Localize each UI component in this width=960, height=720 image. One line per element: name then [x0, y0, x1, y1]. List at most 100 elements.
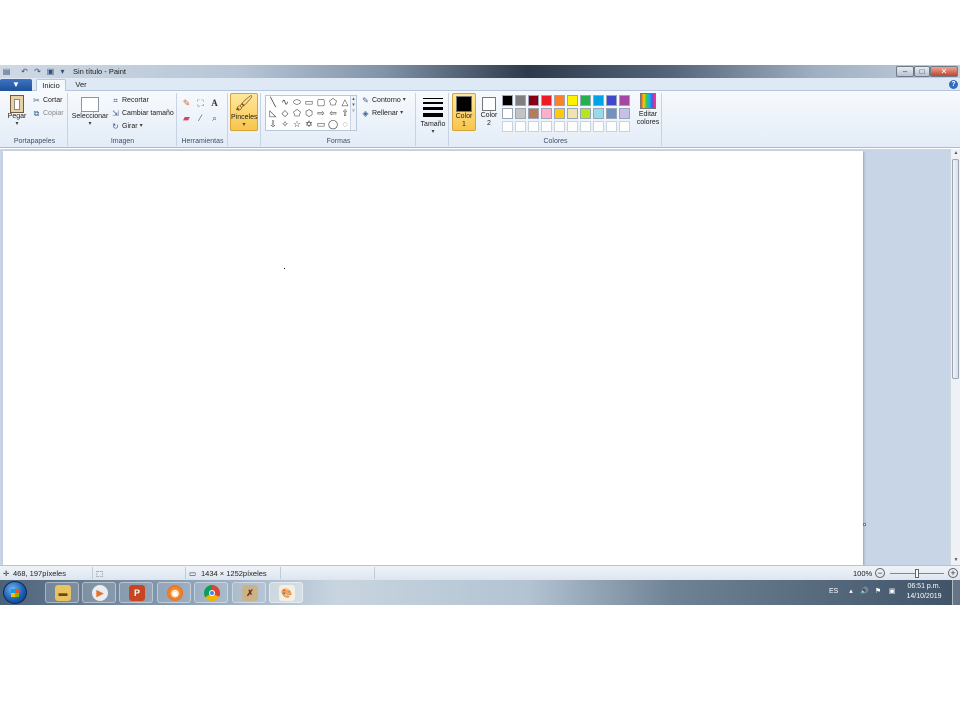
taskbar-app-tool[interactable]: ✗ — [232, 582, 266, 603]
five-point-star-shape-icon[interactable]: ☆ — [291, 118, 303, 130]
cut-button[interactable]: ✂ Cortar — [32, 95, 62, 106]
volume-icon[interactable]: 🔊 — [860, 588, 869, 596]
scroll-down-icon[interactable]: ▼ — [951, 556, 960, 565]
palette-swatch[interactable] — [502, 95, 513, 106]
palette-swatch[interactable] — [528, 108, 539, 119]
pencil-icon[interactable]: ✎ — [181, 97, 192, 108]
oval-callout-shape-icon[interactable]: ◯ — [327, 118, 339, 130]
palette-swatch[interactable] — [502, 108, 513, 119]
palette-swatch[interactable] — [567, 95, 578, 106]
palette-swatch[interactable] — [541, 95, 552, 106]
maximize-button[interactable]: □ — [914, 66, 930, 77]
zoom-slider[interactable] — [890, 569, 944, 578]
palette-swatch[interactable] — [619, 108, 630, 119]
palette-swatch[interactable] — [541, 108, 552, 119]
file-menu-button[interactable]: ▼ — [0, 79, 32, 91]
zoom-slider-thumb[interactable] — [915, 569, 919, 578]
palette-swatch[interactable] — [619, 95, 630, 106]
palette-swatch[interactable] — [606, 95, 617, 106]
palette-swatch-empty[interactable] — [502, 121, 513, 132]
start-button[interactable] — [3, 581, 27, 604]
palette-swatch-empty[interactable] — [554, 121, 565, 132]
palette-swatch-empty[interactable] — [528, 121, 539, 132]
color2-button[interactable]: Color 2 — [478, 93, 500, 131]
taskbar-chrome[interactable] — [194, 582, 228, 603]
palette-swatch[interactable] — [580, 108, 591, 119]
eraser-icon[interactable]: ▰ — [181, 112, 192, 123]
palette-swatch-empty[interactable] — [606, 121, 617, 132]
tab-inicio[interactable]: Inicio — [36, 79, 66, 91]
save-icon[interactable]: ▣ — [46, 67, 55, 76]
palette-swatch[interactable] — [515, 108, 526, 119]
paste-button[interactable]: Pegar ▾ — [4, 95, 30, 127]
drawing-canvas[interactable] — [3, 151, 863, 565]
palette-swatch-empty[interactable] — [515, 121, 526, 132]
palette-swatch[interactable] — [593, 108, 604, 119]
palette-swatch[interactable] — [554, 108, 565, 119]
palette-swatch[interactable] — [528, 95, 539, 106]
palette-swatch[interactable] — [606, 108, 617, 119]
quick-access-dropdown-icon[interactable]: ▾ — [58, 67, 67, 76]
network-icon[interactable]: ▣ — [888, 588, 896, 596]
outline-button[interactable]: ✎ Contorno ▾ — [361, 95, 406, 106]
down-arrow-shape-icon[interactable]: ⇩ — [267, 118, 279, 130]
clock-date[interactable]: 14/10/2019 — [904, 593, 944, 600]
paint-app-icon[interactable]: ▤ — [2, 67, 11, 76]
size-button[interactable]: Tamaño ▾ — [419, 95, 447, 135]
palette-swatch[interactable] — [580, 95, 591, 106]
taskbar-firefox[interactable]: ◉ — [157, 582, 191, 603]
brushes-label: Pinceles — [231, 114, 258, 121]
brushes-button[interactable]: 🖌 Pinceles ▾ — [230, 93, 258, 131]
palette-swatch-empty[interactable] — [580, 121, 591, 132]
clock-time[interactable]: 06:51 p.m. — [904, 583, 944, 590]
vertical-scrollbar[interactable]: ▲ ▼ — [950, 149, 960, 565]
six-point-star-shape-icon[interactable]: ✡ — [303, 118, 315, 130]
taskbar-media-player[interactable]: ▶ — [82, 582, 116, 603]
shapes-scroll[interactable]: ▴ ▾ ▿ — [350, 96, 356, 130]
canvas-dot — [284, 268, 285, 269]
tool-app-icon: ✗ — [242, 585, 258, 601]
undo-icon[interactable]: ↶ — [20, 67, 29, 76]
color-picker-icon[interactable]: ⁄ — [195, 112, 206, 123]
zoom-in-button[interactable]: + — [948, 568, 958, 578]
action-center-flag-icon[interactable]: ⚑ — [874, 588, 882, 596]
scroll-thumb[interactable] — [952, 159, 959, 379]
text-tool-icon[interactable]: A — [209, 97, 220, 108]
close-button[interactable]: ✕ — [930, 66, 958, 77]
show-hidden-icons-icon[interactable]: ▴ — [847, 588, 855, 596]
palette-swatch[interactable] — [567, 108, 578, 119]
minimize-button[interactable]: – — [896, 66, 914, 77]
resize-button[interactable]: ⇲ Cambiar tamaño — [111, 108, 174, 119]
redo-icon[interactable]: ↷ — [33, 67, 42, 76]
taskbar-powerpoint[interactable]: P — [119, 582, 153, 603]
palette-swatch-empty[interactable] — [619, 121, 630, 132]
crop-button[interactable]: ⌗ Recortar — [111, 95, 149, 106]
fill-bucket-icon[interactable]: ⛶ — [195, 97, 206, 108]
language-indicator[interactable]: ES — [829, 588, 838, 595]
taskbar-paint[interactable]: 🎨 — [269, 582, 303, 603]
palette-swatch-empty[interactable] — [541, 121, 552, 132]
title-bar[interactable]: ▤ ↶ ↷ ▣ ▾ Sin título - Paint – □ ✕ — [0, 65, 960, 78]
magnifier-icon[interactable]: ⌕ — [209, 112, 220, 123]
palette-swatch-empty[interactable] — [567, 121, 578, 132]
rotate-button[interactable]: ↻ Girar ▾ — [111, 121, 142, 132]
rounded-callout-shape-icon[interactable]: ▭ — [315, 118, 327, 130]
color1-button[interactable]: Color 1 — [452, 93, 476, 131]
palette-swatch-empty[interactable] — [593, 121, 604, 132]
help-icon[interactable]: ? — [949, 80, 958, 89]
palette-swatch[interactable] — [593, 95, 604, 106]
copy-button[interactable]: ⧉ Copiar — [32, 108, 64, 119]
tab-ver[interactable]: Ver — [70, 79, 92, 91]
zoom-out-button[interactable]: − — [875, 568, 885, 578]
palette-swatch[interactable] — [515, 95, 526, 106]
edit-colors-button[interactable]: Editar colores — [635, 93, 661, 127]
canvas-resize-handle[interactable] — [863, 523, 866, 526]
zoom-percent: 100% — [853, 569, 873, 578]
show-desktop-button[interactable] — [952, 580, 960, 605]
taskbar-explorer[interactable]: ▬ — [45, 582, 79, 603]
fill-button[interactable]: ◈ Rellenar ▾ — [361, 108, 403, 119]
scroll-up-icon[interactable]: ▲ — [951, 149, 960, 158]
palette-swatch[interactable] — [554, 95, 565, 106]
four-point-star-shape-icon[interactable]: ✧ — [279, 118, 291, 130]
select-button[interactable]: Seleccionar ▾ — [71, 95, 109, 127]
